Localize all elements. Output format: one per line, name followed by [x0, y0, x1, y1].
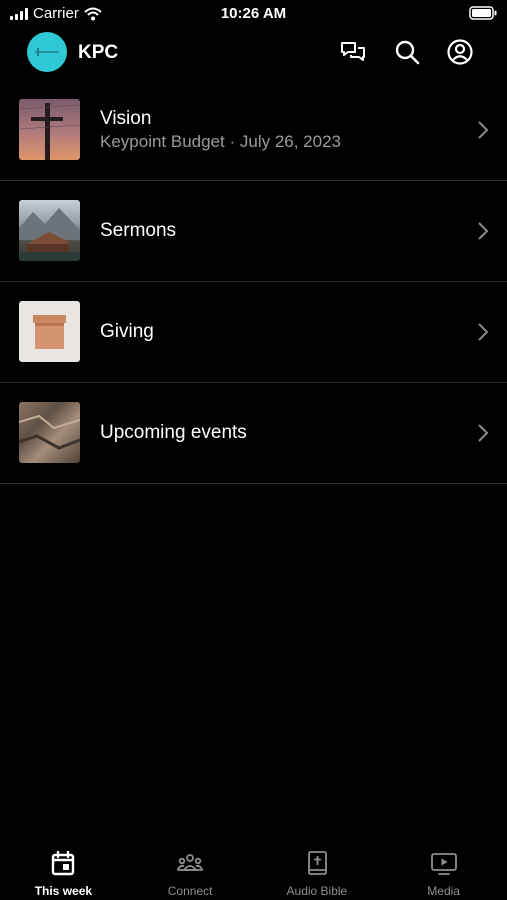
content-list: Vision Keypoint Budget · July 26, 2023 S…: [0, 80, 507, 484]
app-logo[interactable]: [27, 32, 67, 72]
list-item-upcoming-events[interactable]: Upcoming events: [0, 383, 507, 484]
list-item-vision[interactable]: Vision Keypoint Budget · July 26, 2023: [0, 80, 507, 181]
list-item-title: Sermons: [100, 220, 177, 241]
profile-icon[interactable]: [446, 38, 474, 66]
calendar-icon: [52, 850, 75, 876]
cabin-image: [19, 208, 80, 261]
status-bar: Carrier 10:26 AM: [0, 0, 507, 30]
battery-icon: [469, 6, 497, 20]
chevron-right-icon: [478, 424, 489, 442]
app-title: KPC: [78, 42, 119, 63]
tab-label: Audio Bible: [286, 884, 348, 898]
chevron-right-icon: [478, 222, 489, 240]
tab-label: Connect: [167, 884, 213, 898]
search-icon[interactable]: [393, 38, 421, 66]
app-header: KPC: [0, 30, 507, 76]
list-item-title: Giving: [100, 321, 154, 342]
bible-icon: [307, 851, 327, 875]
chat-icon[interactable]: [339, 38, 367, 66]
tab-connect[interactable]: Connect: [127, 840, 254, 900]
people-icon: [176, 854, 204, 871]
tab-this-week[interactable]: This week: [0, 840, 127, 900]
vision-thumbnail: [19, 99, 80, 160]
list-item-giving[interactable]: Giving: [0, 282, 507, 383]
chevron-right-icon: [478, 121, 489, 139]
clock: 10:26 AM: [220, 5, 287, 22]
list-item-title: Vision: [100, 108, 152, 129]
offering-box-image: [33, 315, 66, 349]
list-item-title: Upcoming events: [100, 422, 247, 443]
events-thumbnail: [19, 402, 80, 463]
landscape-image: [19, 414, 80, 450]
tab-label: Media: [427, 884, 460, 898]
giving-thumbnail: [19, 301, 80, 362]
sermons-thumbnail: [19, 200, 80, 261]
tab-audio-bible[interactable]: Audio Bible: [254, 840, 381, 900]
logo-mark-icon: [35, 48, 59, 56]
cross-image: [19, 103, 80, 160]
list-item-sermons[interactable]: Sermons: [0, 181, 507, 282]
chevron-right-icon: [478, 323, 489, 341]
play-screen-icon: [430, 853, 457, 875]
tab-media[interactable]: Media: [380, 840, 507, 900]
tab-label: This week: [34, 884, 93, 898]
list-item-subtitle: Keypoint Budget · July 26, 2023: [100, 132, 341, 151]
tab-bar: This week Connect Audio Bible Media: [0, 840, 507, 900]
